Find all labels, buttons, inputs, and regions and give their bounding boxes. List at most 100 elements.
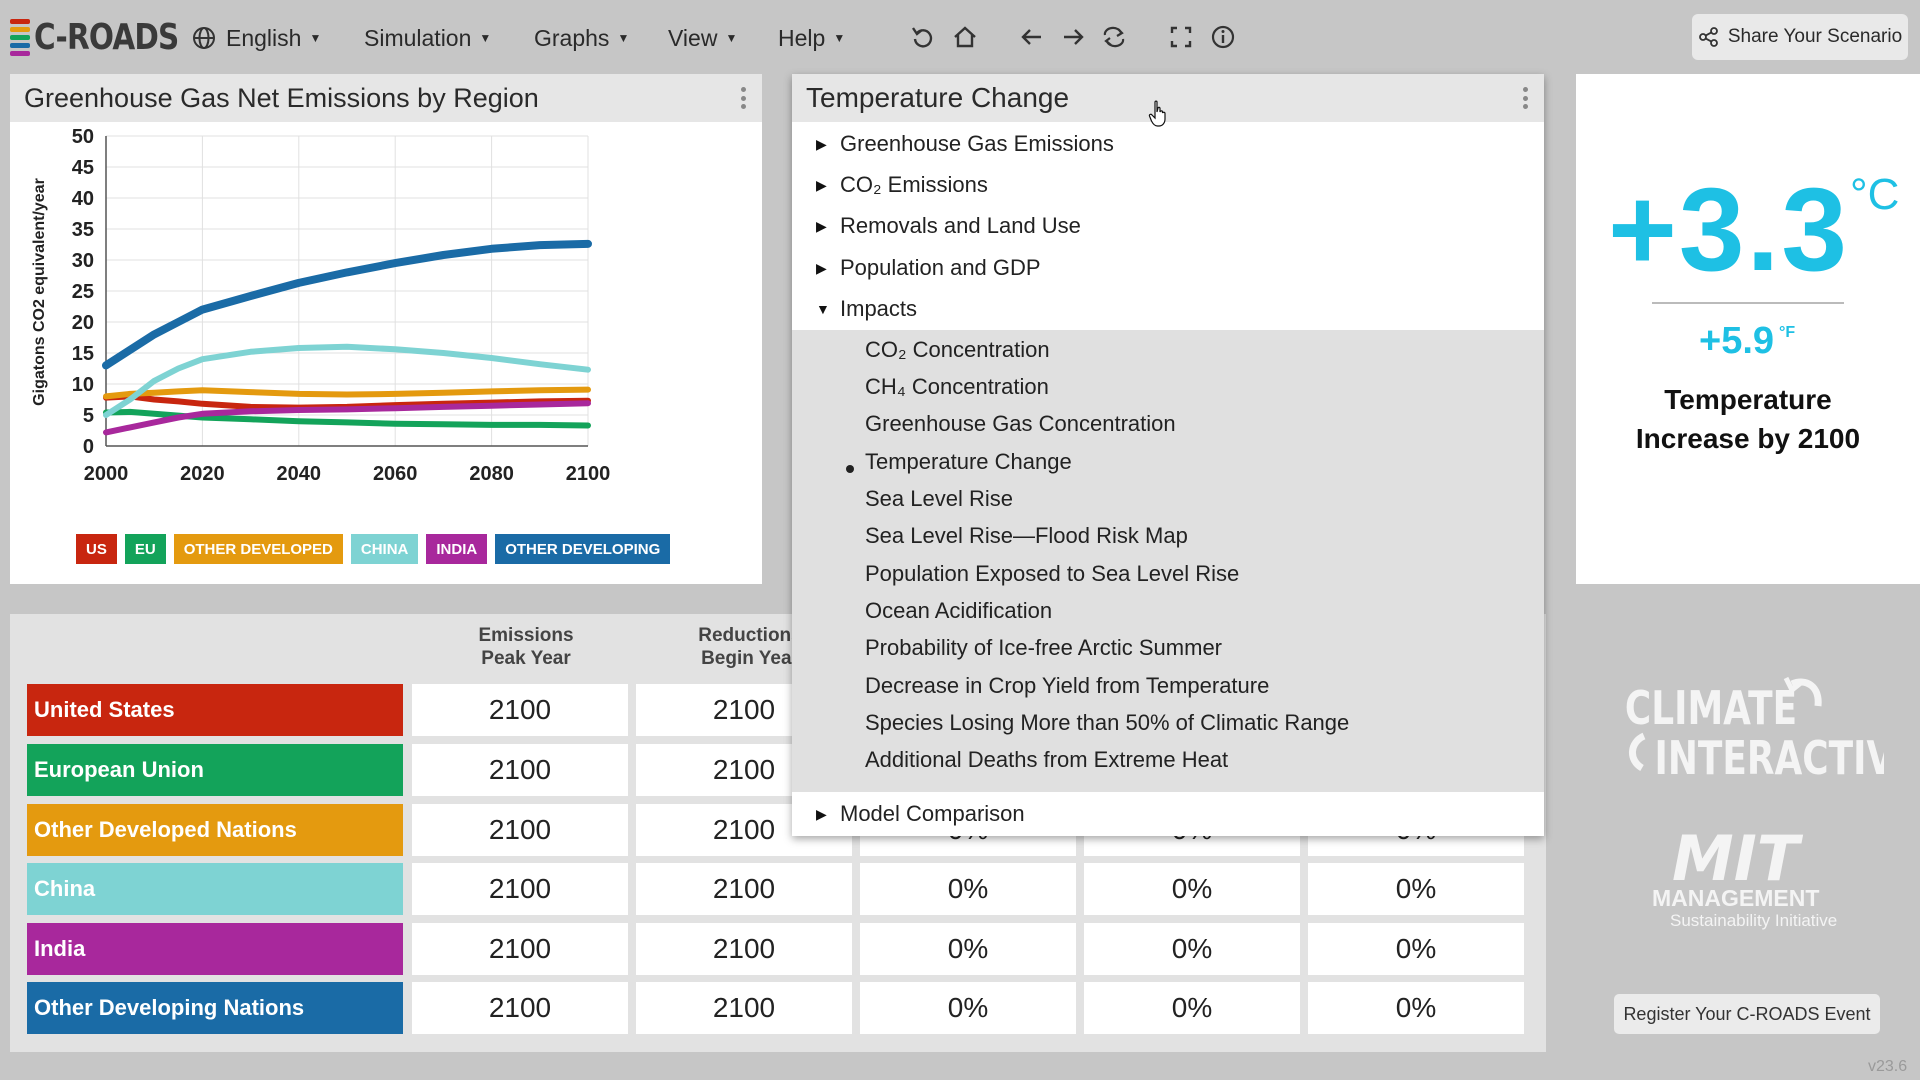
selected-graph-title: Temperature Change bbox=[806, 82, 1070, 113]
x-tick-label: 2000 bbox=[84, 463, 129, 485]
menu-item-temperature-change[interactable]: Temperature Change bbox=[865, 444, 1072, 480]
logo-word: MANAGEMENT bbox=[1652, 885, 1819, 911]
menu-item-co2-concentration[interactable]: CO₂ Concentration bbox=[865, 332, 1050, 368]
y-tick-label: 45 bbox=[72, 157, 94, 179]
row-label-other-developed[interactable]: Other Developed Nations bbox=[27, 804, 403, 856]
menu-item-flood-risk-map[interactable]: Sea Level Rise—Flood Risk Map bbox=[865, 518, 1188, 554]
header-line: Emissions bbox=[478, 625, 574, 646]
cell-percent[interactable]: 0% bbox=[1084, 982, 1300, 1034]
menu-item-crop-yield[interactable]: Decrease in Crop Yield from Temperature bbox=[865, 668, 1269, 704]
menu-item-arctic-summer[interactable]: Probability of Ice-free Arctic Summer bbox=[865, 630, 1222, 666]
cell-reduction-year[interactable]: 2100 bbox=[636, 923, 852, 975]
cell-reduction-year[interactable]: 2100 bbox=[636, 982, 852, 1034]
menu-item-extreme-heat-deaths[interactable]: Additional Deaths from Extreme Heat bbox=[865, 742, 1228, 778]
cell-percent[interactable]: 0% bbox=[1084, 923, 1300, 975]
category-co2-emissions[interactable]: ▶ CO₂ Emissions bbox=[816, 165, 988, 205]
cell-peak-year[interactable]: 2100 bbox=[412, 982, 628, 1034]
share-scenario-button[interactable]: Share Your Scenario bbox=[1692, 14, 1908, 60]
category-label: Impacts bbox=[840, 296, 918, 321]
cell-reduction-year[interactable]: 2100 bbox=[636, 863, 852, 915]
logo-word: INTERACTIVE bbox=[1655, 732, 1884, 786]
legend-eu[interactable]: EU bbox=[124, 534, 166, 564]
category-label: Model Comparison bbox=[840, 801, 1025, 826]
cell-peak-year[interactable]: 2100 bbox=[412, 863, 628, 915]
legend-other-developed[interactable]: OTHER DEVELOPED bbox=[173, 534, 343, 564]
row-label-china[interactable]: China bbox=[27, 863, 403, 915]
back-arrow-icon[interactable] bbox=[1015, 20, 1049, 54]
menu-view[interactable]: View ▼ bbox=[668, 18, 737, 58]
cell-percent[interactable]: 0% bbox=[1308, 863, 1524, 915]
menu-item-species-range[interactable]: Species Losing More than 50% of Climatic… bbox=[865, 705, 1349, 741]
menu-item-ocean-acidification[interactable]: Ocean Acidification bbox=[865, 593, 1052, 629]
menu-item-ch4-concentration[interactable]: CH₄ Concentration bbox=[865, 369, 1049, 405]
cell-peak-year[interactable]: 2100 bbox=[412, 744, 628, 796]
emissions-line-chart[interactable]: 0 5 10 15 20 25 30 35 40 45 50 2000 2020 2040 2060 2080… bbox=[10, 122, 762, 584]
redo-icon[interactable] bbox=[1097, 20, 1131, 54]
chart-legend: US EU OTHER DEVELOPED CHINA INDIA OTHER … bbox=[76, 534, 671, 564]
cell-peak-year[interactable]: 2100 bbox=[412, 923, 628, 975]
temperature-fahrenheit-value: +5.9 bbox=[1699, 320, 1775, 362]
home-icon[interactable] bbox=[948, 20, 982, 54]
legend-china[interactable]: CHINA bbox=[350, 534, 419, 564]
legend-india[interactable]: INDIA bbox=[426, 534, 488, 564]
x-tick-label: 2020 bbox=[180, 463, 225, 485]
cell-percent[interactable]: 0% bbox=[860, 923, 1076, 975]
category-impacts[interactable]: ▼ Impacts bbox=[816, 289, 917, 329]
register-event-button[interactable]: Register Your C-ROADS Event bbox=[1614, 994, 1880, 1034]
cell-peak-year[interactable]: 2100 bbox=[412, 804, 628, 856]
menu-item-ghg-concentration[interactable]: Greenhouse Gas Concentration bbox=[865, 406, 1176, 442]
temperature-celsius-value: +3.3 bbox=[1608, 164, 1849, 296]
y-axis-label: Gigatons CO2 equivalent/year bbox=[31, 178, 48, 406]
chart-title: Greenhouse Gas Net Emissions by Region bbox=[24, 82, 539, 113]
y-tick-label: 35 bbox=[72, 219, 94, 241]
caret-right-icon: ▶ bbox=[816, 217, 827, 234]
selected-bullet-icon bbox=[846, 465, 854, 473]
mit-management-logo[interactable]: MIT MANAGEMENT Sustainability Initiative bbox=[1640, 822, 1880, 932]
chart-panel-menu-icon[interactable] bbox=[736, 84, 750, 112]
cell-peak-year[interactable]: 2100 bbox=[412, 684, 628, 736]
menu-item-sea-level-rise[interactable]: Sea Level Rise bbox=[865, 481, 1013, 517]
cell-percent[interactable]: 0% bbox=[1308, 982, 1524, 1034]
chevron-down-icon: ▼ bbox=[833, 31, 846, 45]
climate-interactive-logo[interactable]: CLIMATE INTERACTIVE bbox=[1614, 676, 1884, 786]
menu-item-population-exposed[interactable]: Population Exposed to Sea Level Rise bbox=[865, 556, 1239, 592]
c-roads-logo[interactable]: C-ROADS bbox=[10, 14, 210, 60]
category-removals-land-use[interactable]: ▶ Removals and Land Use bbox=[816, 206, 1081, 246]
category-model-comparison[interactable]: ▶ Model Comparison bbox=[816, 794, 1025, 834]
cell-percent[interactable]: 0% bbox=[1084, 863, 1300, 915]
language-label: English bbox=[226, 24, 302, 51]
menu-graphs[interactable]: Graphs ▼ bbox=[534, 18, 629, 58]
forward-arrow-icon[interactable] bbox=[1056, 20, 1090, 54]
menu-label: Graphs bbox=[534, 24, 610, 51]
graph-panel-menu-icon[interactable] bbox=[1518, 84, 1532, 112]
caret-right-icon: ▶ bbox=[816, 135, 827, 152]
cell-percent[interactable]: 0% bbox=[860, 863, 1076, 915]
cell-percent[interactable]: 0% bbox=[860, 982, 1076, 1034]
info-icon[interactable] bbox=[1206, 20, 1240, 54]
logo-bars-icon bbox=[10, 18, 30, 56]
impacts-submenu: CO₂ Concentration CH₄ Concentration Gree… bbox=[792, 330, 1544, 792]
temperature-caption: Temperature Increase by 2100 bbox=[1635, 384, 1861, 454]
row-label-united-states[interactable]: United States bbox=[27, 684, 403, 736]
y-tick-label: 40 bbox=[72, 188, 94, 210]
fullscreen-icon[interactable] bbox=[1164, 20, 1198, 54]
language-menu[interactable]: English ▼ bbox=[192, 18, 321, 58]
series-line-other-developed bbox=[103, 386, 591, 400]
cell-percent[interactable]: 0% bbox=[1308, 923, 1524, 975]
share-label: Share Your Scenario bbox=[1727, 26, 1903, 47]
legend-other-developing[interactable]: OTHER DEVELOPING bbox=[495, 534, 671, 564]
category-greenhouse-gas-emissions[interactable]: ▶ Greenhouse Gas Emissions bbox=[816, 124, 1114, 164]
x-tick-label: 2080 bbox=[469, 463, 514, 485]
category-population-gdp[interactable]: ▶ Population and GDP bbox=[816, 248, 1041, 288]
menu-simulation[interactable]: Simulation ▼ bbox=[364, 18, 491, 58]
row-label-other-developing[interactable]: Other Developing Nations bbox=[27, 982, 403, 1034]
menu-label: Simulation bbox=[364, 24, 472, 51]
legend-us[interactable]: US bbox=[76, 534, 117, 564]
row-label-india[interactable]: India bbox=[27, 923, 403, 975]
globe-icon bbox=[193, 27, 215, 49]
menu-help[interactable]: Help ▼ bbox=[778, 18, 845, 58]
fahrenheit-unit: °F bbox=[1779, 324, 1796, 341]
chevron-down-icon: ▼ bbox=[725, 31, 738, 45]
row-label-european-union[interactable]: European Union bbox=[27, 744, 403, 796]
undo-icon[interactable] bbox=[906, 20, 940, 54]
